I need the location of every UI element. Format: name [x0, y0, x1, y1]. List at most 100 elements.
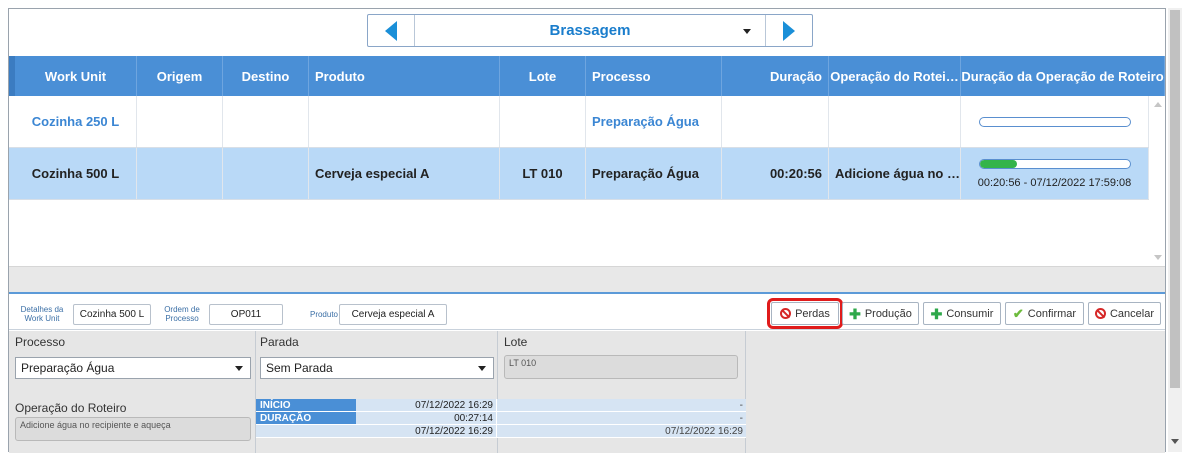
- cell-origem: [137, 148, 223, 199]
- lote-label: Lote: [504, 335, 528, 349]
- produto-label: Produto: [309, 310, 339, 319]
- parada-select[interactable]: Sem Parada: [260, 357, 494, 379]
- work-unit-link[interactable]: Cozinha 250 L: [32, 114, 119, 129]
- col-duracao-operacao[interactable]: Duração da Operação de Roteiro: [961, 56, 1165, 96]
- table-row[interactable]: Cozinha 250 L Preparação Água: [9, 96, 1149, 148]
- work-area-value: Brassagem: [549, 22, 631, 39]
- col-produto[interactable]: Produto: [309, 56, 500, 96]
- consumir-label: Consumir: [946, 307, 994, 320]
- cancelar-button[interactable]: Cancelar: [1088, 302, 1161, 325]
- processo-select[interactable]: Preparação Água: [15, 357, 251, 379]
- previous-button[interactable]: [368, 15, 415, 46]
- progress-bar: [978, 116, 1131, 127]
- scroll-down-icon[interactable]: [1154, 255, 1162, 260]
- cell-destino: [223, 96, 309, 147]
- time-row-inicio: INÍCIO 07/12/2022 16:29 -: [256, 399, 746, 412]
- col-duracao[interactable]: Duração: [722, 56, 829, 96]
- cell-lote: LT 010: [500, 148, 586, 199]
- main-frame: Brassagem Work Unit Origem Destino Produ…: [8, 8, 1166, 453]
- arrow-left-icon: [385, 20, 397, 41]
- fim-value: 07/12/2022 16:29: [356, 425, 497, 438]
- col-processo[interactable]: Processo: [586, 56, 722, 96]
- producao-button[interactable]: ✚ Produção: [842, 302, 919, 325]
- caret-down-icon: [235, 366, 243, 371]
- cell-origem: [137, 96, 223, 147]
- time-row-fim: 07/12/2022 16:29 07/12/2022 16:29: [256, 425, 746, 438]
- app-root: Brassagem Work Unit Origem Destino Produ…: [0, 0, 1190, 460]
- cell-processo: Preparação Água: [586, 148, 722, 199]
- table-row-selected[interactable]: Cozinha 500 L Cerveja especial A LT 010 …: [9, 148, 1149, 200]
- lote-text: LT 010: [522, 166, 563, 181]
- ordem-label: Ordem de Processo: [159, 305, 205, 323]
- inicio-value-2: -: [497, 399, 746, 412]
- ordem-field: OP011: [209, 304, 283, 325]
- progress-wrap: [967, 116, 1142, 127]
- inicio-label: INÍCIO: [256, 399, 356, 412]
- time-grid: INÍCIO 07/12/2022 16:29 - DURAÇÃO 00:27:…: [256, 399, 746, 453]
- operation-form: Processo Preparação Água Operação do Rot…: [9, 331, 1165, 453]
- progress-wrap: 00:20:56 - 07/12/2022 17:59:08: [967, 158, 1142, 189]
- progress-fill: [979, 159, 1017, 168]
- cell-duracao: [722, 96, 829, 147]
- ban-icon: [780, 308, 792, 319]
- scroll-down-icon[interactable]: [1171, 439, 1179, 444]
- scroll-thumb[interactable]: [1170, 10, 1180, 388]
- arrow-right-icon: [783, 20, 795, 41]
- grid-body: Cozinha 250 L Preparação Água Cozinha 50…: [9, 96, 1149, 266]
- duracao-value: 00:27:14: [356, 412, 497, 425]
- confirmar-label: Confirmar: [1027, 307, 1077, 320]
- duracao-text: 00:20:56: [769, 166, 822, 181]
- next-button[interactable]: [765, 15, 812, 46]
- col-destino[interactable]: Destino: [223, 56, 309, 96]
- work-unit-details-label: Detalhes da Work Unit: [15, 305, 69, 323]
- operacao-text: Adicione água no …: [835, 166, 960, 181]
- work-area-dropdown[interactable]: Brassagem: [415, 15, 765, 46]
- confirmar-button[interactable]: ✔ Confirmar: [1005, 302, 1084, 325]
- caret-down-icon: [478, 366, 486, 371]
- cancelar-label: Cancelar: [1109, 307, 1155, 320]
- cell-lote: [500, 96, 586, 147]
- parada-label: Parada: [260, 335, 299, 349]
- label-line: Processo: [165, 314, 199, 323]
- grid-scrollbar[interactable]: [1151, 96, 1165, 266]
- page-scrollbar[interactable]: [1168, 8, 1182, 452]
- cell-produto: [309, 96, 500, 147]
- plus-icon: ✚: [930, 305, 943, 322]
- parada-value: Sem Parada: [266, 361, 333, 375]
- cell-operacao: Adicione água no …: [829, 148, 961, 199]
- operacao-label: Operação do Roteiro: [15, 401, 127, 415]
- processo-link[interactable]: Preparação Água: [592, 114, 699, 129]
- lote-field: LT 010: [504, 355, 738, 379]
- cell-operacao: [829, 96, 961, 147]
- plus-icon: ✚: [849, 305, 861, 322]
- col-origem[interactable]: Origem: [137, 56, 223, 96]
- cell-destino: [223, 148, 309, 199]
- cell-processo: Preparação Água: [586, 96, 722, 147]
- cell-produto: Cerveja especial A: [309, 148, 500, 199]
- processo-panel: Processo Preparação Água Operação do Rot…: [9, 331, 256, 453]
- col-lote[interactable]: Lote: [500, 56, 586, 96]
- fim-label-cell: [256, 425, 356, 438]
- perdas-label: Perdas: [795, 307, 830, 320]
- operacao-field: Adicione água no recipiente e aqueça: [15, 417, 251, 441]
- grid-header: Work Unit Origem Destino Produto Lote Pr…: [9, 56, 1165, 96]
- produto-field: Cerveja especial A: [339, 304, 447, 325]
- caret-down-icon: [743, 29, 751, 34]
- cell-work-unit: Cozinha 250 L: [15, 96, 137, 147]
- label-line: Detalhes da: [20, 305, 64, 314]
- producao-label: Produção: [864, 307, 912, 320]
- processo-text: Preparação Água: [592, 166, 699, 181]
- cell-work-unit: Cozinha 500 L: [15, 148, 137, 199]
- consumir-button[interactable]: ✚ Consumir: [923, 302, 1001, 325]
- ban-icon: [1094, 308, 1106, 319]
- progress-bar: [978, 158, 1131, 169]
- selector-bar: Brassagem: [9, 9, 1165, 55]
- scroll-up-icon[interactable]: [1154, 102, 1162, 107]
- perdas-button[interactable]: Perdas: [767, 298, 843, 329]
- col-operacao[interactable]: Operação do Rotei…: [829, 56, 961, 96]
- duracao-label: DURAÇÃO: [256, 412, 356, 425]
- grid-footer: [9, 266, 1165, 294]
- col-work-unit[interactable]: Work Unit: [15, 56, 137, 96]
- inicio-value: 07/12/2022 16:29: [356, 399, 497, 412]
- work-unit-field: Cozinha 500 L: [73, 304, 151, 325]
